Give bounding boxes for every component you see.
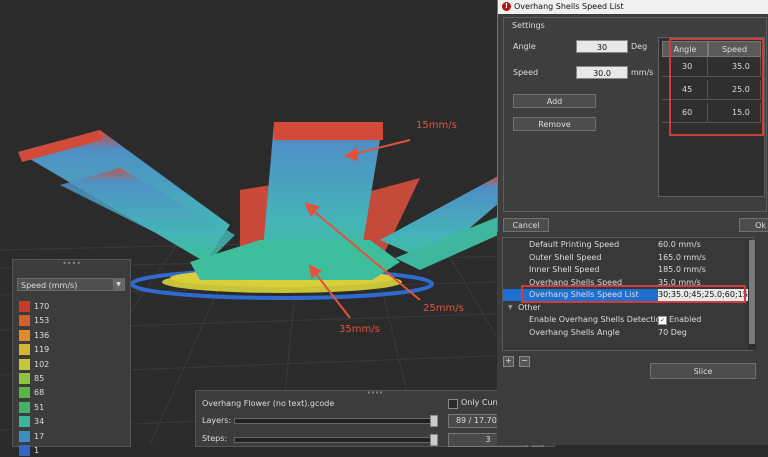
category-other[interactable]: ▼ Other — [503, 302, 753, 314]
category-label: Other — [518, 302, 541, 312]
legend-item: 85 — [17, 373, 117, 385]
legend-value: 136 — [34, 330, 50, 340]
setting-name: Enable Overhang Shells Detection — [529, 315, 666, 324]
legend-swatch — [19, 401, 30, 413]
legend-item: 170 — [17, 301, 117, 313]
setting-value: 70 Deg — [658, 327, 687, 337]
speed-legend-panel: •••• Speed (mm/s) ▼ 170 153 136 119 102 85 68 5… — [12, 259, 131, 456]
setting-row[interactable]: Overhang Shells Angle 70 Deg — [503, 327, 753, 339]
scrollbar-thumb[interactable] — [749, 240, 755, 344]
expand-triangle-icon: ▼ — [508, 303, 513, 311]
legend-swatch — [19, 315, 30, 327]
legend-value: 51 — [34, 402, 45, 412]
setting-name: Default Printing Speed — [529, 240, 620, 249]
legend-item: 68 — [17, 387, 117, 399]
legend-swatch — [19, 416, 30, 428]
angle-input[interactable]: 30 — [576, 40, 628, 53]
setting-row[interactable]: Default Printing Speed 60.0 mm/s — [503, 239, 753, 251]
legend-value: 68 — [34, 388, 45, 398]
annotation-15mm: 15mm/s — [416, 120, 457, 131]
legend-swatch — [19, 430, 30, 442]
legend-item: 153 — [17, 315, 117, 327]
legend-mode-select[interactable]: Speed (mm/s) ▼ — [17, 278, 125, 291]
remove-button[interactable]: Remove — [513, 117, 596, 131]
slicer-settings-panel: Default Printing Speed 60.0 mm/s Outer She… — [497, 232, 768, 445]
enabled-checkbox[interactable]: ✓ — [658, 316, 667, 325]
only-current-layer-checkbox[interactable] — [448, 399, 458, 409]
setting-value: Enabled — [669, 315, 702, 324]
gcode-filename: Overhang Flower (no text).gcode — [202, 399, 335, 408]
legend-value: 119 — [34, 345, 50, 355]
settings-group-title: Settings — [512, 21, 545, 30]
steps-slider[interactable] — [234, 434, 438, 446]
layers-slider[interactable] — [234, 415, 438, 427]
add-button[interactable]: Add — [513, 94, 596, 108]
remove-setting-button[interactable]: − — [519, 356, 530, 367]
setting-name: Outer Shell Speed — [529, 252, 602, 262]
legend-swatch — [19, 387, 30, 399]
table-highlight-box — [669, 38, 764, 136]
speed-unit: mm/s — [631, 68, 654, 77]
layers-slider-handle[interactable] — [430, 415, 438, 427]
steps-slider-handle[interactable] — [430, 434, 438, 446]
setting-value: 60.0 mm/s — [658, 240, 701, 249]
legend-swatch — [19, 301, 30, 312]
cancel-button[interactable]: Cancel — [503, 218, 549, 232]
legend-value: 85 — [34, 374, 45, 383]
legend-item: 51 — [17, 401, 117, 414]
legend-swatch — [19, 329, 30, 341]
dialog-titlebar[interactable]: ! Overhang Shells Speed List — [498, 0, 768, 14]
legend-item: 102 — [17, 358, 117, 371]
legend-value: 17 — [34, 431, 45, 441]
legend-swatch — [19, 445, 30, 456]
legend-item: 34 — [17, 416, 117, 428]
legend-swatch — [19, 358, 30, 370]
angle-unit: Deg — [631, 42, 648, 51]
setting-row[interactable]: Outer Shell Speed 165.0 mm/s — [503, 252, 753, 264]
steps-label: Steps: — [202, 434, 228, 443]
setting-row[interactable]: Inner Shell Speed 185.0 mm/s — [503, 264, 753, 276]
settings-scrollbar[interactable] — [748, 240, 756, 350]
add-setting-button[interactable]: + — [503, 356, 514, 367]
speed-input[interactable]: 30.0 — [576, 66, 628, 79]
setting-name: Inner Shell Speed — [529, 265, 600, 274]
setting-name: Overhang Shells Angle — [529, 327, 620, 337]
legend-swatch — [19, 344, 30, 356]
legend-item: 136 — [17, 329, 117, 342]
annotation-35mm: 35mm/s — [339, 324, 380, 335]
legend-value: 170 — [34, 302, 50, 311]
legend-mode-value: Speed (mm/s) — [21, 281, 78, 290]
slice-button[interactable]: Slice — [650, 363, 756, 379]
legend-item: 1 — [17, 445, 117, 457]
legend-drag-handle[interactable]: •••• — [13, 260, 130, 270]
chevron-down-icon: ▼ — [113, 279, 124, 290]
dialog-title: Overhang Shells Speed List — [514, 2, 624, 11]
setting-value: 185.0 mm/s — [658, 265, 706, 274]
legend-value: 102 — [34, 359, 50, 369]
legend-swatch — [19, 373, 30, 384]
legend-value: 1 — [34, 446, 40, 455]
legend-value: 153 — [34, 316, 50, 326]
speed-label: Speed — [513, 68, 539, 77]
legend-item: 17 — [17, 430, 117, 443]
angle-label: Angle — [513, 42, 536, 51]
annotation-25mm: 25mm/s — [423, 303, 464, 314]
speed-list-highlight-box — [521, 285, 746, 303]
setting-row[interactable]: Enable Overhang Shells Detection ✓ Enabled — [503, 314, 753, 326]
legend-value: 34 — [34, 417, 45, 427]
app-icon: ! — [502, 2, 511, 11]
ok-button[interactable]: Ok — [739, 218, 768, 232]
layers-label: Layers: — [202, 416, 232, 425]
setting-value: 165.0 mm/s — [658, 252, 706, 262]
legend-item: 119 — [17, 344, 117, 356]
